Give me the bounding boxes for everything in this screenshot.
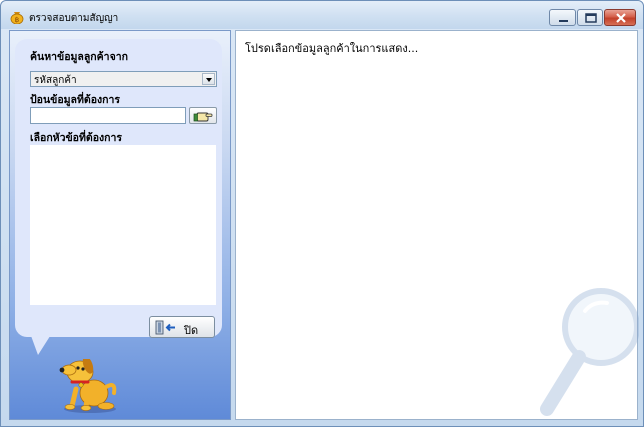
- chevron-down-icon[interactable]: [202, 73, 215, 85]
- close-button[interactable]: ปิด: [149, 316, 215, 338]
- money-bag-icon: ฿: [10, 12, 24, 24]
- app-window: ฿ ตรวจสอบตามสัญญา ค้นหาข้อมูลลูกค้าจาก ร…: [0, 0, 644, 427]
- status-message: โปรดเลือกข้อมูลลูกค้าในการแสดง...: [245, 42, 419, 55]
- window-title: ตรวจสอบตามสัญญา: [29, 13, 119, 24]
- title-bar[interactable]: ฿ ตรวจสอบตามสัญญา: [1, 1, 643, 29]
- maximize-button[interactable]: [577, 9, 603, 26]
- minimize-icon: [559, 20, 568, 22]
- svg-text:฿: ฿: [15, 16, 19, 24]
- search-input[interactable]: [30, 107, 186, 124]
- search-panel: ค้นหาข้อมูลลูกค้าจาก รหัสลูกค้า ป้อนข้อม…: [9, 30, 231, 420]
- minimize-button[interactable]: [549, 9, 576, 26]
- topics-label: เลือกหัวข้อที่ต้องการ: [30, 132, 123, 144]
- magnifier-icon: [540, 288, 639, 416]
- input-label: ป้อนข้อมูลที่ต้องการ: [30, 94, 121, 106]
- pointing-hand-icon: [193, 112, 213, 122]
- search-bubble: ค้นหาข้อมูลลูกค้าจาก รหัสลูกค้า ป้อนข้อม…: [15, 39, 222, 338]
- result-panel: โปรดเลือกข้อมูลลูกค้าในการแสดง...: [235, 30, 639, 420]
- search-field-select[interactable]: รหัสลูกค้า: [30, 71, 217, 87]
- maximize-icon: [585, 13, 597, 23]
- close-icon: [616, 13, 626, 23]
- topics-list[interactable]: [30, 145, 216, 305]
- search-go-button[interactable]: [189, 107, 217, 124]
- search-heading: ค้นหาข้อมูลลูกค้าจาก: [30, 51, 128, 63]
- close-button-label: ปิด: [184, 324, 199, 337]
- search-field-value: รหัสลูกค้า: [34, 75, 77, 86]
- dog-mascot: [59, 359, 117, 413]
- speech-bubble-tail: [30, 333, 52, 355]
- exit-door-icon: [155, 320, 175, 335]
- close-window-button[interactable]: [604, 9, 636, 26]
